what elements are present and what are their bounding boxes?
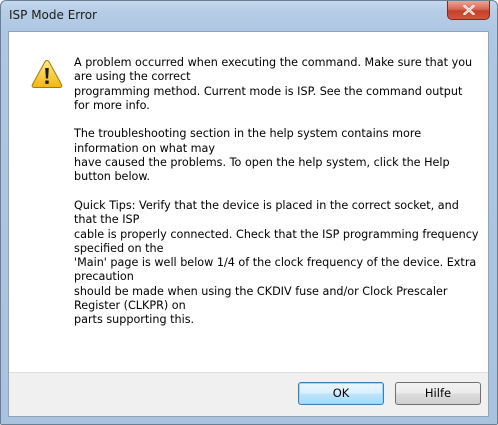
- error-dialog-window: ISP Mode Error A problem occurred when e…: [0, 0, 498, 425]
- message-line: cable is properly connected. Check that …: [74, 227, 479, 241]
- window-title: ISP Mode Error: [9, 8, 97, 22]
- message-line: The troubleshooting section in the help …: [74, 127, 422, 141]
- message-line: should be made when using the CKDIV fuse…: [74, 284, 448, 298]
- message-line: are using the correct: [74, 70, 191, 84]
- close-button[interactable]: [447, 1, 490, 20]
- message-line: have caused the problems. To open the he…: [74, 156, 450, 170]
- message-line: 'Main' page is well below 1/4 of the clo…: [74, 256, 477, 270]
- error-message: A problem occurred when executing the co…: [74, 56, 479, 328]
- message-line: button below.: [74, 170, 151, 184]
- message-line: programming method. Current mode is ISP.…: [74, 84, 463, 98]
- message-line: that the ISP: [74, 213, 140, 227]
- warning-icon: [31, 59, 63, 88]
- title-bar[interactable]: ISP Mode Error: [1, 1, 497, 33]
- message-line: information on what may: [74, 141, 216, 155]
- message-line: Register (CLKPR) on: [74, 299, 186, 313]
- message-line: A problem occurred when executing the co…: [74, 56, 473, 69]
- help-button[interactable]: Hilfe: [395, 382, 481, 405]
- dialog-content: A problem occurred when executing the co…: [8, 31, 489, 417]
- message-line: precaution: [74, 270, 134, 284]
- close-icon: [463, 5, 475, 15]
- ok-button[interactable]: OK: [298, 382, 384, 405]
- message-line: parts supporting this.: [74, 313, 195, 327]
- message-line: for more info.: [74, 98, 150, 112]
- message-line: specified on the: [74, 241, 164, 255]
- message-line: Quick Tips: Verify that the device is pl…: [74, 198, 459, 212]
